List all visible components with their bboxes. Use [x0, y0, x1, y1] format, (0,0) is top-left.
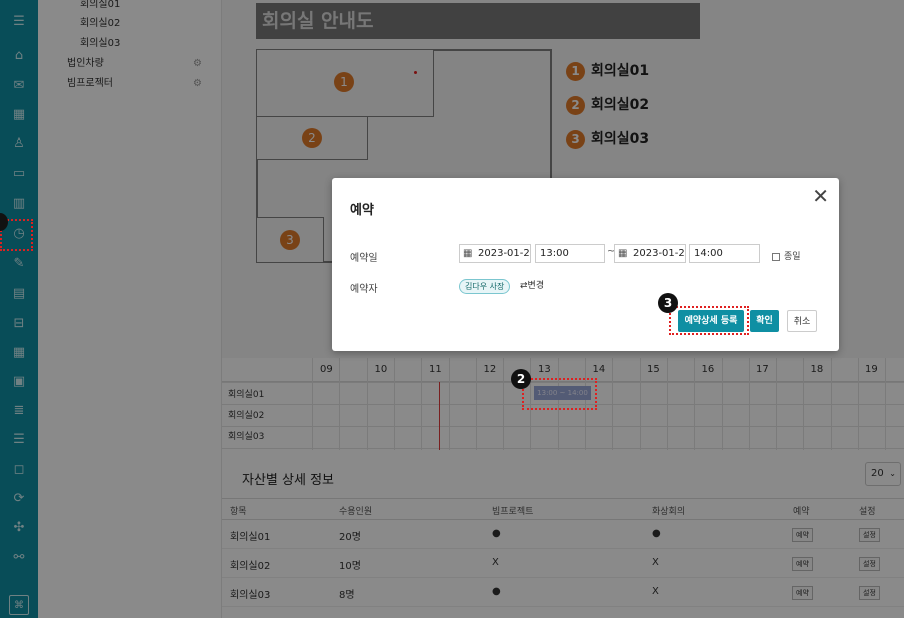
swap-icon: ⇄ [520, 281, 528, 291]
cancel-button[interactable]: 취소 [787, 310, 817, 332]
start-date-value: 2023-01-26 [478, 248, 531, 259]
end-time-field[interactable]: 14:00 [689, 244, 760, 263]
calendar-icon: ▦ [618, 248, 628, 259]
reservation-modal: 예약 ✕ 예약일 ▦ 2023-01-26 13:00 ~ ▦ 2023-01-… [332, 178, 839, 351]
start-time-field[interactable]: 13:00 [535, 244, 605, 263]
start-date-field[interactable]: ▦ 2023-01-26 [459, 244, 531, 263]
change-owner-link[interactable]: ⇄변경 [520, 278, 544, 291]
confirm-button[interactable]: 확인 [750, 310, 779, 332]
date-label: 예약일 [350, 253, 378, 264]
modal-title: 예약 [350, 203, 374, 218]
start-time-value: 13:00 [540, 248, 569, 259]
end-date-field[interactable]: ▦ 2023-01-26 [614, 244, 686, 263]
owner-label: 예약자 [350, 284, 378, 295]
allday-label: 종일 [784, 252, 801, 262]
close-icon[interactable]: ✕ [812, 186, 829, 206]
end-date-value: 2023-01-26 [633, 248, 686, 259]
highlight-booking [522, 378, 597, 410]
highlight-detail-button [669, 306, 749, 335]
allday-option[interactable]: 종일 [772, 249, 801, 262]
step-badge-3: 3 [658, 293, 678, 313]
end-time-value: 14:00 [694, 248, 723, 259]
step-badge-2: 2 [511, 369, 531, 389]
calendar-icon: ▦ [463, 248, 473, 259]
change-label: 변경 [527, 281, 545, 291]
allday-checkbox[interactable] [772, 252, 780, 261]
owner-chip: 김다우 사장 [459, 279, 511, 294]
